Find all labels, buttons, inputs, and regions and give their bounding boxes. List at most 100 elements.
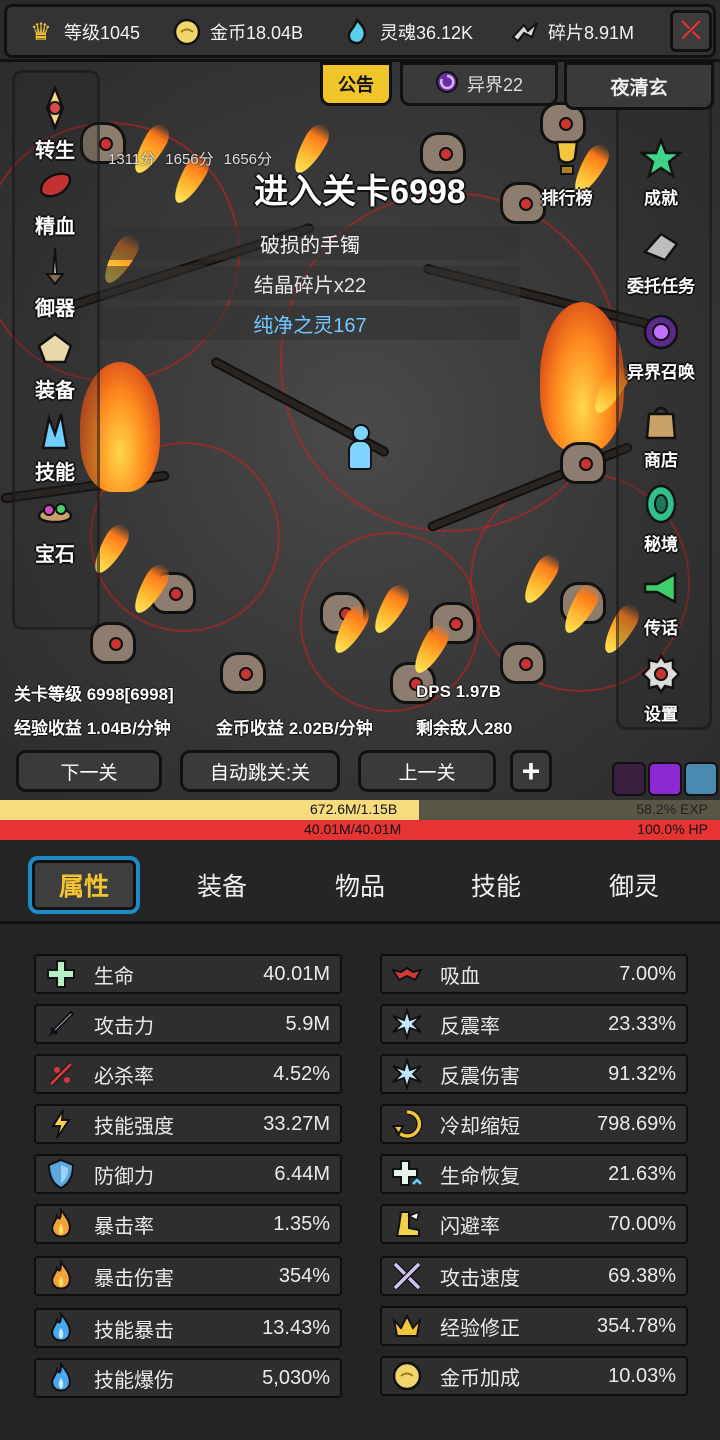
realm-summon-button[interactable]: 异界召唤 <box>616 308 706 383</box>
tab-items[interactable]: 物品 <box>304 856 416 914</box>
trophy-icon <box>543 134 591 182</box>
stat-value: 354% <box>278 1264 330 1287</box>
rock-enemy <box>220 652 266 694</box>
crown-icon: ♛ <box>30 18 52 46</box>
equipment-button[interactable]: 装备 <box>10 324 100 403</box>
hp-percent: 100.0% HP <box>637 821 708 837</box>
settings-button[interactable]: 设置 <box>616 650 706 725</box>
achievement-button[interactable]: 成就 <box>616 134 706 209</box>
shard-resource: 碎片8.91M <box>508 12 634 52</box>
tab-spirits[interactable]: 御灵 <box>578 856 690 914</box>
notice-label: 公告 <box>338 75 374 95</box>
stat-label: 金币加成 <box>440 1367 520 1390</box>
tab-label: 御灵 <box>608 873 659 901</box>
dps-readout: DPS 1.97B <box>416 682 502 701</box>
drop-item: 结晶碎片x22 <box>100 266 520 300</box>
stat-gold-bonus: 金币加成 10.03% <box>380 1356 688 1396</box>
megaphone-icon <box>637 564 685 612</box>
realm-tab[interactable]: 异界22 <box>400 62 558 106</box>
stat-value: 798.69% <box>597 1112 676 1135</box>
stat-label: 技能强度 <box>94 1115 174 1138</box>
stat-value: 70.00% <box>608 1212 676 1235</box>
prev-stage-button[interactable]: 上一关 <box>358 750 496 792</box>
stat-label: 生命恢复 <box>440 1165 520 1188</box>
rock-enemy <box>90 622 136 664</box>
artifact-button[interactable]: 御器 <box>10 242 100 321</box>
stat-label: 经验修正 <box>440 1317 520 1340</box>
buff-ice-icon[interactable] <box>684 762 718 796</box>
stat-value: 40.01M <box>263 962 330 985</box>
secret-realm-button[interactable]: 秘境 <box>616 480 706 555</box>
attribute-panel: 生命 40.01M 攻击力 5.9M 必杀率 4.52% 技能强度 33.27M… <box>0 924 720 1440</box>
stat-value: 23.33% <box>608 1012 676 1035</box>
gem-button[interactable]: 宝石 <box>10 488 100 567</box>
stat-skill-power: 技能强度 33.27M <box>34 1104 342 1144</box>
quest-label: 委托任务 <box>627 277 695 296</box>
realm-summon-label: 异界召唤 <box>627 363 695 382</box>
next-stage-button[interactable]: 下一关 <box>16 750 162 792</box>
exit-button[interactable]: ⤫ <box>670 10 712 52</box>
shop-button[interactable]: 商店 <box>616 396 706 471</box>
stat-label: 反震伤害 <box>440 1065 520 1088</box>
player-name-tab[interactable]: 夜清玄 <box>564 62 714 110</box>
stat-value: 6.44M <box>274 1162 330 1185</box>
realm-label: 异界22 <box>466 75 524 95</box>
tab-attributes[interactable]: 属性 <box>28 856 140 914</box>
stat-label: 技能暴击 <box>94 1319 174 1342</box>
soul-resource: 灵魂36.12K <box>340 12 473 52</box>
rock-enemy <box>560 442 606 484</box>
stat-crit-damage: 暴击伤害 354% <box>34 1256 342 1296</box>
quest-button[interactable]: 委托任务 <box>616 222 706 297</box>
drop-item: 破损的手镯 <box>100 226 520 260</box>
gold-rate: 金币收益 2.02B/分钟 <box>216 719 373 738</box>
auto-skip-button[interactable]: 自动跳关:关 <box>180 750 340 792</box>
stat-crit-rate: 暴击率 1.35% <box>34 1204 342 1244</box>
regen-cross-icon <box>386 1156 428 1192</box>
bat-icon <box>386 956 428 992</box>
blue-flame-icon <box>40 1310 82 1346</box>
rebirth-button[interactable]: 转生 <box>10 84 100 163</box>
level-resource: ♛ 等级1045 <box>24 12 140 52</box>
rock-enemy <box>500 642 546 684</box>
stat-label: 生命 <box>94 965 134 988</box>
battle-scene[interactable]: 公告 异界22 夜清玄 转生 精血 御器 装备 技能 宝石 1311分 1656… <box>0 62 720 800</box>
stat-value: 10.03% <box>608 1364 676 1387</box>
gem-icon <box>31 488 79 536</box>
buff-arcane-icon[interactable] <box>648 762 682 796</box>
bottom-tabs: 属性 装备 物品 技能 御灵 <box>0 840 720 924</box>
lightning-icon <box>40 1106 82 1142</box>
winged-boot-icon <box>386 1206 428 1242</box>
settings-label: 设置 <box>644 705 678 724</box>
shop-bag-icon <box>637 396 685 444</box>
settings-gear-icon <box>637 650 685 698</box>
tab-label: 物品 <box>334 873 385 901</box>
shard-icon <box>508 15 542 49</box>
cooldown-icon <box>386 1106 428 1142</box>
plus-button[interactable]: + <box>510 750 552 792</box>
player-character <box>346 424 374 474</box>
soul-flame-icon <box>340 15 374 49</box>
blood-essence-button[interactable]: 精血 <box>10 160 100 239</box>
leaderboard-button[interactable]: 排行榜 <box>522 134 612 209</box>
gold-label: 金币18.04B <box>210 23 304 43</box>
broadcast-button[interactable]: 传话 <box>616 564 706 639</box>
stat-value: 354.78% <box>597 1314 676 1337</box>
score-value: 1311分 <box>108 151 156 168</box>
skill-button[interactable]: 技能 <box>10 406 100 485</box>
tab-equipment[interactable]: 装备 <box>166 856 278 914</box>
resource-bar: ♛ 等级1045 金币18.04B 灵魂36.12K 碎片8.91M ⤫ <box>0 0 720 62</box>
skill-crystal-icon <box>31 406 79 454</box>
ice-burst-icon <box>386 1056 428 1092</box>
critical-slash-icon <box>40 1056 82 1092</box>
tab-label: 属性 <box>58 873 109 901</box>
stat-label: 暴击伤害 <box>94 1267 174 1290</box>
notice-button[interactable]: 公告 <box>320 62 392 106</box>
tab-skills[interactable]: 技能 <box>440 856 552 914</box>
buff-curse-icon[interactable] <box>612 762 646 796</box>
stat-label: 攻击力 <box>94 1015 154 1038</box>
next-stage-label: 下一关 <box>60 762 118 784</box>
gold-resource: 金币18.04B <box>170 12 303 52</box>
flame-icon <box>40 1258 82 1294</box>
exit-icon: ⤫ <box>681 17 701 44</box>
blood-essence-label: 精血 <box>35 216 75 238</box>
